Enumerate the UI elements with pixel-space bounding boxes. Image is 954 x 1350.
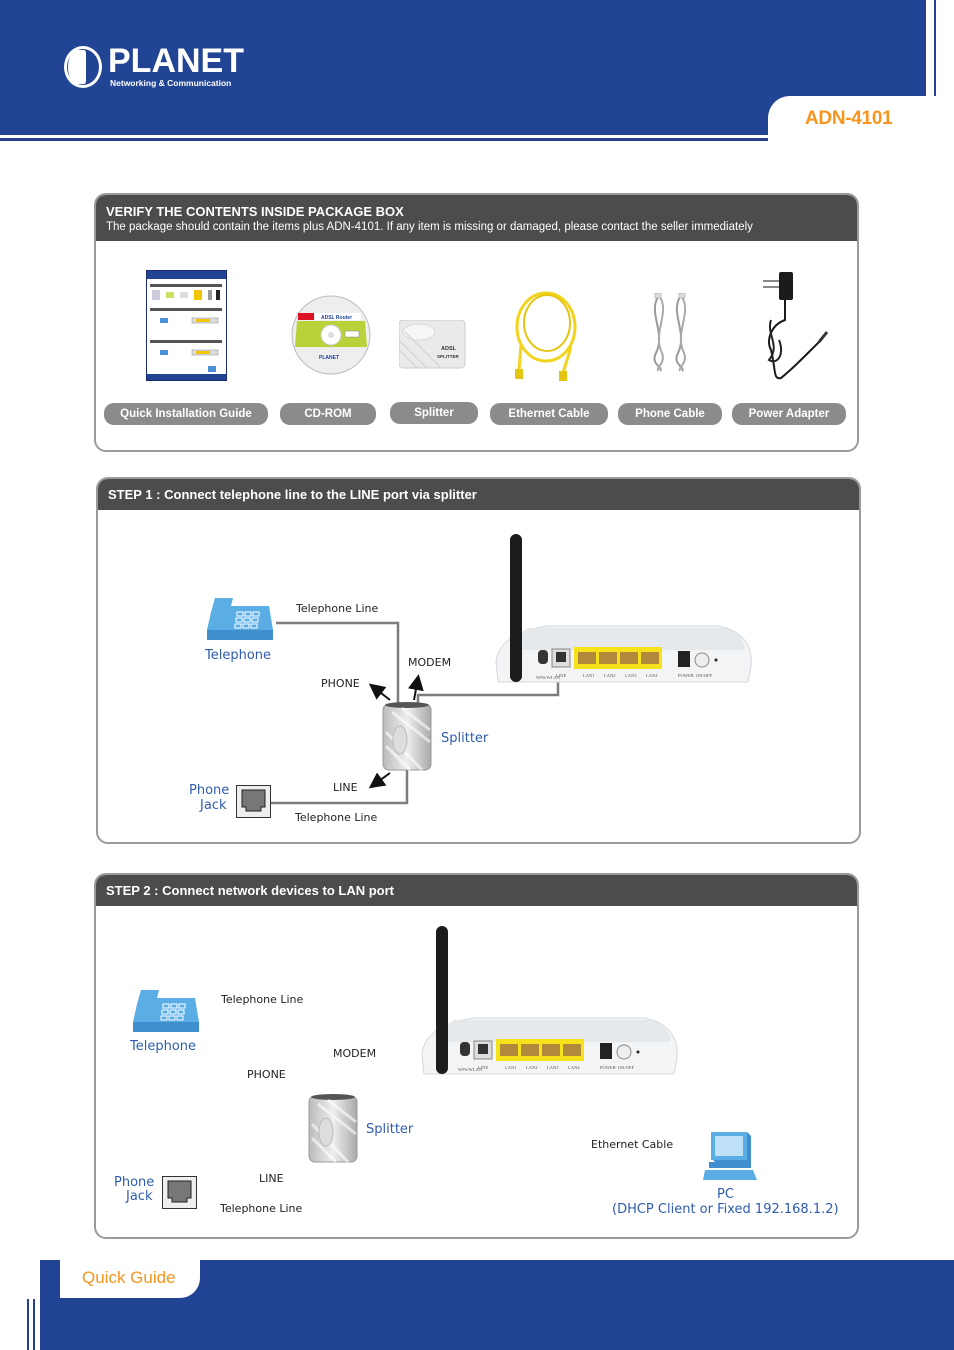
header-decor-line: [934, 0, 936, 96]
svg-text:POWER: POWER: [678, 673, 694, 678]
item-label-splitter: Splitter: [390, 402, 478, 424]
step2-header: STEP 2 : Connect network devices to LAN …: [96, 875, 857, 906]
svg-text:POWER: POWER: [600, 1065, 616, 1070]
item-label-ethernet-cable: Ethernet Cable: [490, 403, 608, 425]
model-tab: ADN-4101: [768, 96, 954, 150]
header-decor-line: [924, 0, 926, 96]
power-adapter-icon: [763, 272, 829, 380]
ethernet-cable-icon: [515, 291, 577, 381]
step1-telephone-icon: [207, 598, 273, 640]
svg-text:LAN2: LAN2: [604, 673, 616, 678]
step1-phone-jack-label-1: Phone: [189, 783, 230, 798]
guide-booklet-icon: [146, 270, 227, 381]
quick-guide-tab: Quick Guide: [60, 1245, 200, 1298]
step1-phone-jack-label-2: Jack: [200, 798, 227, 813]
step1-title: STEP 1 : Connect telephone line to the L…: [108, 487, 477, 502]
step2-line-label: LINE: [259, 1172, 284, 1185]
package-contents-header: VERIFY THE CONTENTS INSIDE PACKAGE BOX T…: [96, 195, 857, 241]
svg-text:LAN4: LAN4: [646, 673, 658, 678]
item-label-phone-cable: Phone Cable: [618, 403, 722, 425]
step2-splitter-label: Splitter: [366, 1122, 414, 1137]
pc-note: (DHCP Client or Fixed 192.168.1.2): [612, 1202, 839, 1217]
svg-text:SPLITTER: SPLITTER: [437, 354, 460, 359]
step1-telephone-line-top: Telephone Line: [296, 602, 379, 615]
svg-text:ADSL: ADSL: [441, 346, 457, 352]
step2-telephone-line-top: Telephone Line: [221, 993, 304, 1006]
svg-text:LAN3: LAN3: [625, 673, 637, 678]
step2-telephone-label: Telephone: [130, 1039, 197, 1054]
step1-phone-label: PHONE: [321, 677, 360, 690]
logo-face-icon: [68, 50, 86, 84]
svg-text:LINE: LINE: [478, 1065, 488, 1070]
step2-modem-label: MODEM: [333, 1047, 377, 1060]
step2-telephone-line-bottom: Telephone Line: [220, 1202, 303, 1215]
step1-phone-jack-icon: [236, 785, 271, 818]
svg-text:ON/OFF: ON/OFF: [696, 673, 713, 678]
step1-telephone-line-bottom: Telephone Line: [295, 811, 378, 824]
svg-text:LAN3: LAN3: [547, 1065, 559, 1070]
svg-text:PLANET: PLANET: [319, 355, 339, 361]
brand-tagline: Networking & Communication: [110, 78, 232, 88]
step2-telephone-icon: [133, 990, 199, 1032]
step2-splitter-icon: [308, 1094, 358, 1164]
step1-router-icon: WPS/WLAN LINE LAN1 LAN2 LAN3 LAN4 POWER …: [495, 534, 752, 683]
svg-text:ADSL Router: ADSL Router: [321, 315, 352, 321]
pc-icon: [703, 1132, 757, 1180]
item-label-power-adapter: Power Adapter: [732, 403, 846, 425]
step1-modem-label: MODEM: [408, 656, 452, 669]
step1-telephone-label: Telephone: [205, 648, 272, 663]
step2-phone-jack-label-1: Phone: [114, 1175, 155, 1190]
cd-rom-icon: ADSL Router PLANET: [291, 295, 371, 375]
pc-label: PC: [717, 1187, 734, 1202]
planet-logo: PLANET Networking & Communication: [64, 42, 244, 94]
svg-text:LAN1: LAN1: [583, 673, 595, 678]
package-title: VERIFY THE CONTENTS INSIDE PACKAGE BOX: [106, 204, 404, 219]
svg-text:LINE: LINE: [556, 673, 566, 678]
step2-title: STEP 2 : Connect network devices to LAN …: [106, 883, 394, 898]
footer-decor-line: [27, 1299, 29, 1350]
step1-splitter-icon: [382, 702, 432, 772]
phone-cable-icon: [653, 293, 687, 372]
step2-router-icon: WPS/WLAN LINE LAN1 LAN2 LAN3 LAN4 POWER …: [421, 926, 678, 1075]
header-underline: [0, 138, 768, 141]
package-subtitle: The package should contain the items plu…: [106, 221, 753, 233]
step1-splitter-label: Splitter: [441, 731, 489, 746]
quick-guide-label: Quick Guide: [82, 1268, 176, 1287]
step1-line-label: LINE: [333, 781, 358, 794]
splitter-icon: ADSL SPLITTER: [399, 320, 466, 369]
svg-text:LAN1: LAN1: [505, 1065, 517, 1070]
model-name: ADN-4101: [805, 108, 893, 129]
item-label-quick-installation-guide: Quick Installation Guide: [104, 403, 268, 425]
step1-header: STEP 1 : Connect telephone line to the L…: [98, 479, 859, 510]
footer-decor-line: [33, 1299, 35, 1350]
svg-text:LAN2: LAN2: [526, 1065, 538, 1070]
step2-phone-jack-label-2: Jack: [126, 1189, 153, 1204]
item-label-cd-rom: CD-ROM: [280, 403, 376, 425]
step2-ethernet-cable-label: Ethernet Cable: [591, 1138, 674, 1151]
svg-text:ON/OFF: ON/OFF: [618, 1065, 635, 1070]
svg-text:LAN4: LAN4: [568, 1065, 580, 1070]
brand-name: PLANET: [108, 42, 244, 80]
step2-phone-label: PHONE: [247, 1068, 286, 1081]
step2-phone-jack-icon: [162, 1176, 197, 1209]
package-contents-card: VERIFY THE CONTENTS INSIDE PACKAGE BOX T…: [94, 193, 859, 452]
